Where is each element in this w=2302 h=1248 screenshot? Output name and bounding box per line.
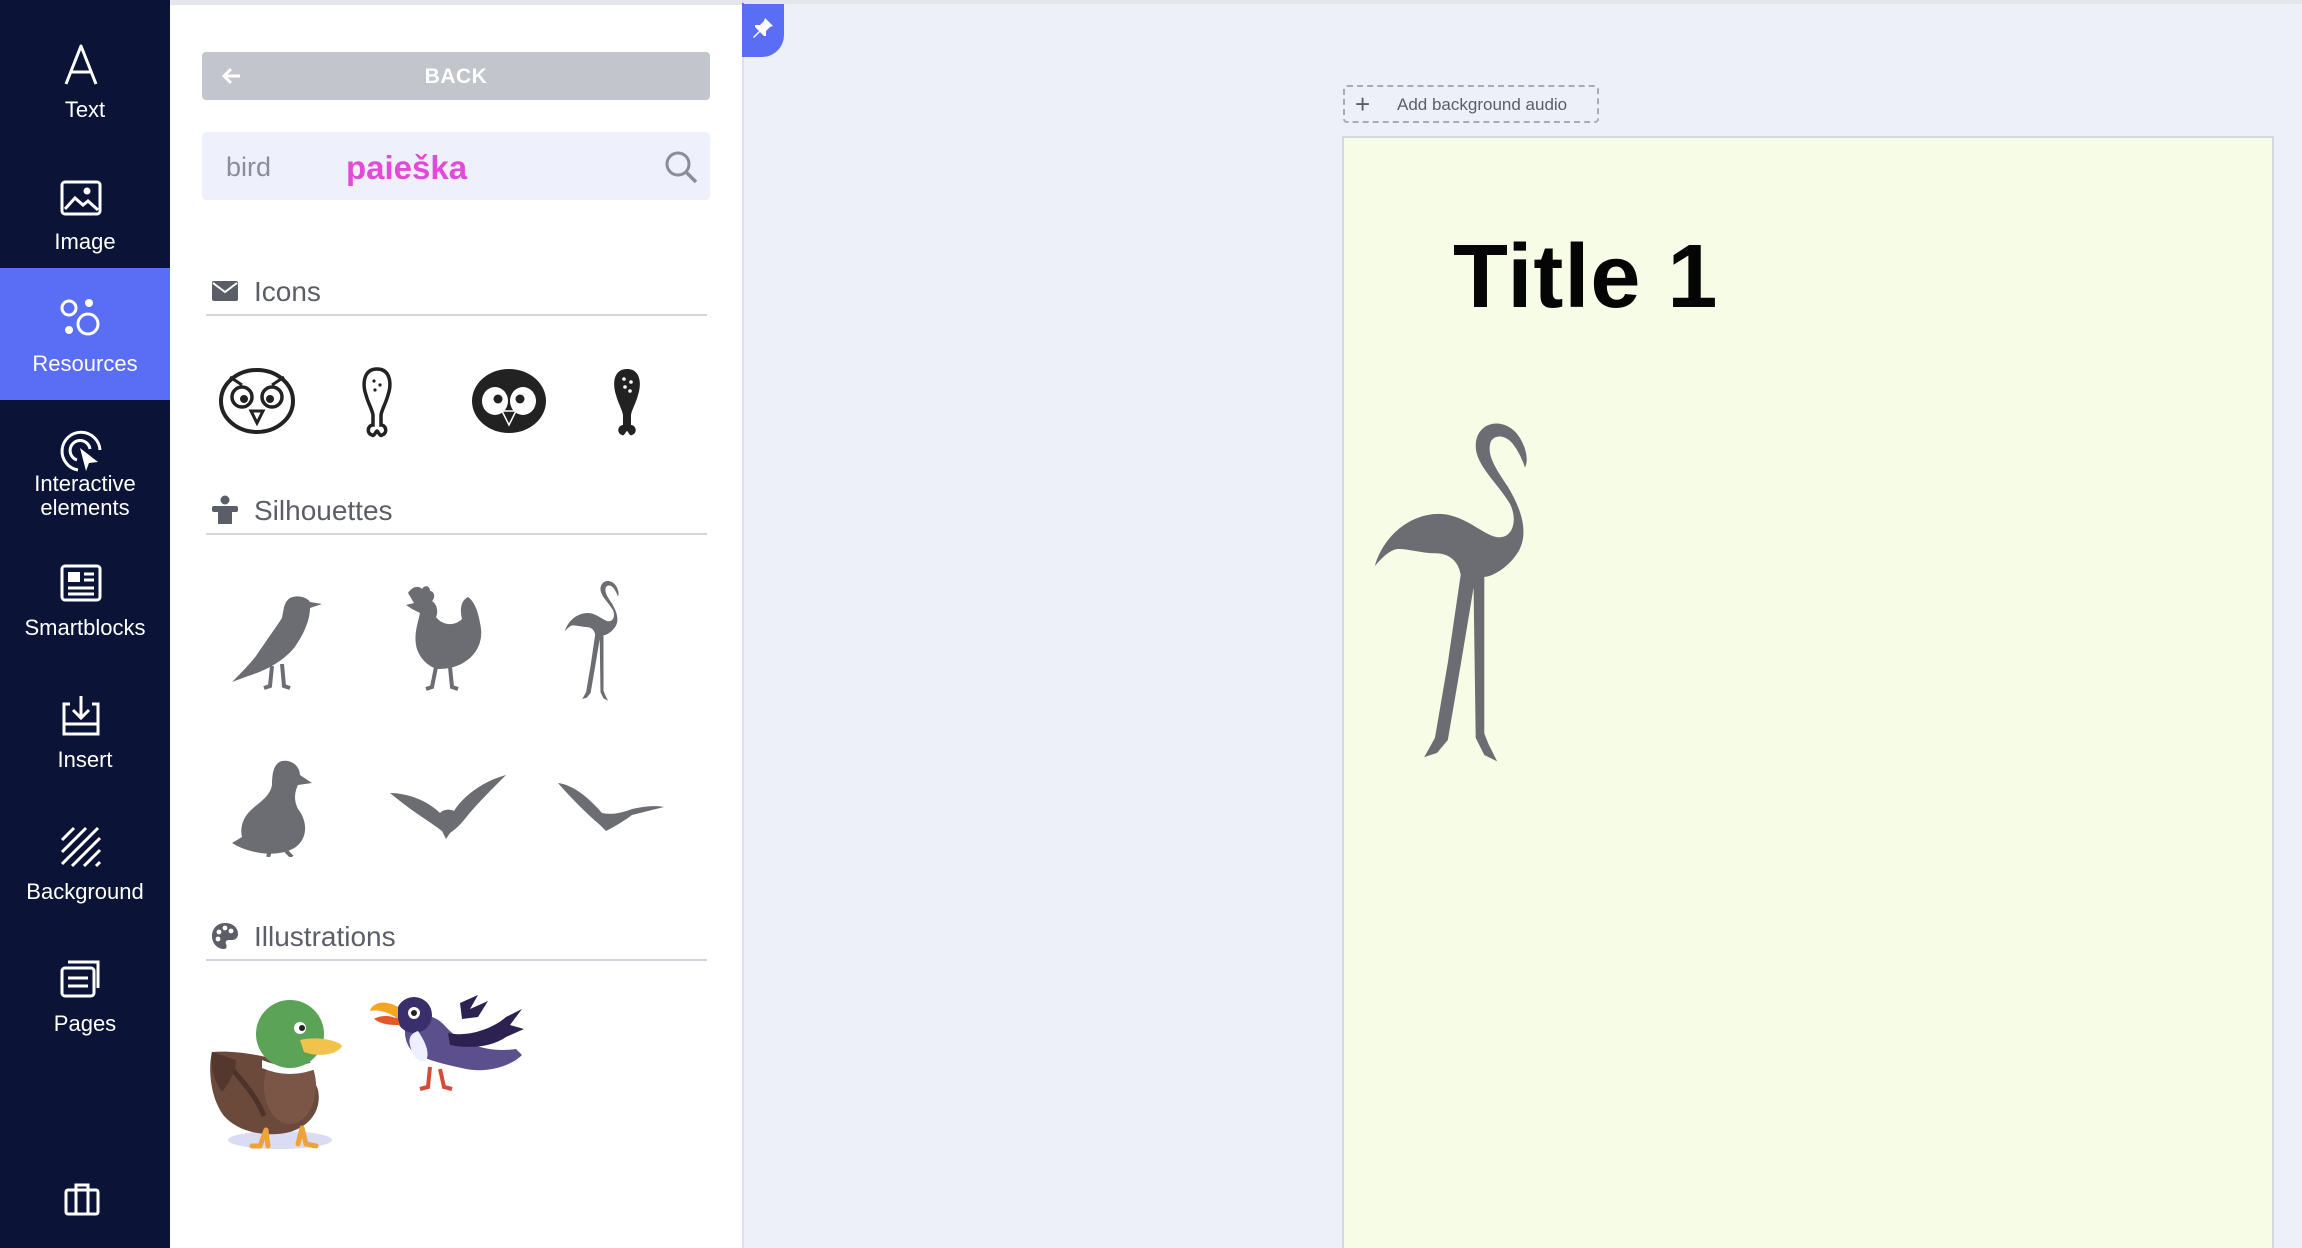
main-navigation-rail: Text Image Resources Interactive element…	[0, 0, 170, 1248]
toucan-illustration[interactable]	[370, 989, 526, 1099]
drumstick-icon[interactable]	[610, 365, 644, 439]
rooster-silhouette[interactable]	[398, 583, 486, 691]
section-title: Silhouettes	[254, 495, 393, 526]
pin-icon	[753, 18, 773, 38]
rail-label: Insert	[57, 747, 113, 772]
rail-label: Smartblocks	[24, 615, 146, 640]
editor-app: { "rail": { "items": [ {"label": "Text",…	[0, 0, 2302, 1248]
section-header-silhouettes: Silhouettes	[206, 487, 707, 535]
resources-icon	[60, 299, 100, 336]
back-button[interactable]: BACK	[202, 52, 710, 100]
add-background-audio-label: Add background audio	[1397, 95, 1568, 114]
briefcase-icon[interactable]	[64, 1182, 100, 1216]
rail-item-background[interactable]: Background	[0, 796, 170, 928]
image-icon	[60, 180, 102, 216]
flying-bird-silhouette[interactable]	[388, 773, 508, 841]
mallard-duck-illustration[interactable]	[206, 990, 352, 1152]
resources-panel: BACK bird paieška Icons Silhouettes Illu…	[170, 0, 743, 1248]
owl-outline-icon[interactable]	[218, 365, 296, 437]
background-icon	[60, 826, 102, 868]
rail-label: Background	[26, 879, 144, 904]
drumstick-outline-icon[interactable]	[360, 365, 394, 439]
plus-icon: +	[1355, 89, 1371, 119]
section-header-icons: Icons	[206, 268, 707, 316]
search-icon[interactable]	[664, 150, 698, 184]
search-brand-logo: paieška	[346, 149, 468, 186]
rail-item-image[interactable]: Image	[0, 146, 170, 278]
insert-icon	[62, 696, 100, 736]
section-header-illustrations: Illustrations	[206, 913, 707, 961]
rail-item-resources[interactable]: Resources	[0, 268, 170, 400]
top-border	[744, 0, 2302, 4]
slide-page[interactable]: Title 1	[1342, 136, 2274, 1248]
pin-panel-button[interactable]	[742, 3, 784, 57]
rail-item-interactive-elements[interactable]: Interactive elements	[0, 400, 170, 532]
flamingo-silhouette[interactable]	[564, 577, 640, 705]
envelope-icon	[212, 281, 238, 301]
add-background-audio-button[interactable]: + Add background audio	[1343, 85, 1599, 123]
rail-item-pages[interactable]: Pages	[0, 928, 170, 1060]
back-button-label: BACK	[424, 65, 488, 88]
rail-item-text[interactable]: Text	[0, 14, 170, 146]
section-title: Illustrations	[254, 921, 396, 952]
rail-label: Resources	[32, 351, 138, 376]
panel-divider	[742, 0, 744, 1248]
rail-label: Image	[54, 229, 116, 254]
page-flamingo-image[interactable]	[1370, 416, 1590, 770]
rail-label: Interactive elements	[34, 471, 136, 520]
search-field[interactable]: bird paieška	[202, 132, 710, 200]
rail-item-insert[interactable]: Insert	[0, 664, 170, 796]
gull-silhouette[interactable]	[556, 779, 666, 833]
rail-label: Text	[64, 97, 106, 122]
search-input[interactable]: bird	[226, 152, 271, 183]
duck-silhouette[interactable]	[230, 757, 314, 857]
interactive-elements-icon	[60, 430, 102, 472]
rail-label: Pages	[53, 1011, 117, 1036]
text-icon	[64, 44, 98, 85]
pages-icon	[60, 960, 100, 998]
rail-item-smartblocks[interactable]: Smartblocks	[0, 532, 170, 664]
page-title[interactable]: Title 1	[1453, 226, 1718, 329]
smartblocks-icon	[60, 564, 102, 602]
palette-icon	[212, 923, 238, 949]
sandpiper-silhouette[interactable]	[228, 590, 324, 690]
person-icon	[212, 495, 238, 524]
penguin-icon[interactable]	[470, 365, 548, 437]
section-title: Icons	[254, 276, 321, 307]
